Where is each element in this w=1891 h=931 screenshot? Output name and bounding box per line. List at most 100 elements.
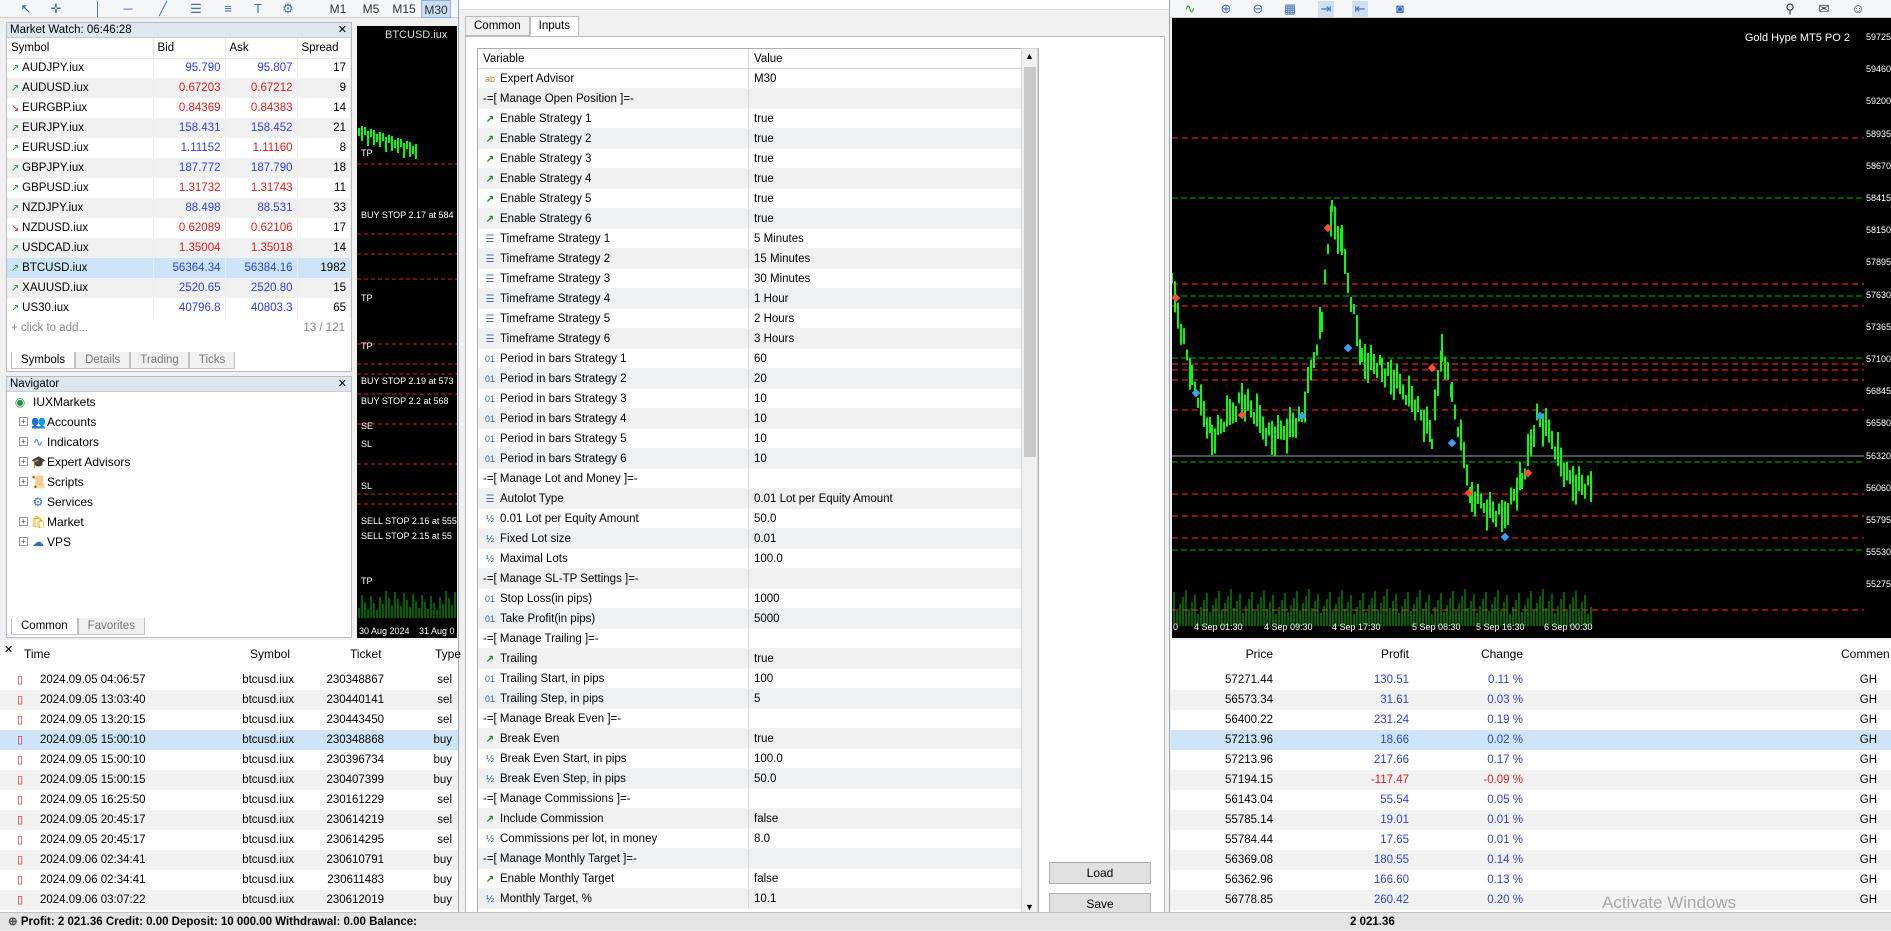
- tab-favorites[interactable]: Favorites: [77, 618, 145, 635]
- input-row[interactable]: ↗ Break Even true: [478, 729, 1038, 749]
- symbol-row[interactable]: ↗ GBPUSD.iux 1.31732 1.31743 11: [7, 178, 351, 198]
- nav-item-expert-advisors[interactable]: + 🎓 Expert Advisors: [7, 452, 351, 472]
- nav-item-accounts[interactable]: + 👥 Accounts: [7, 412, 351, 432]
- crosshair-icon[interactable]: ✛: [48, 1, 64, 17]
- value-cell[interactable]: true: [749, 149, 1038, 168]
- symbol-row[interactable]: ↘ EURGBP.iux 0.84369 0.84383 14: [7, 98, 351, 118]
- close-icon[interactable]: ✕: [338, 377, 347, 392]
- value-cell[interactable]: true: [749, 209, 1038, 228]
- trade-row[interactable]: ▯ 2024.09.05 20:45:17 btcusd.iux 230614295 s…: [0, 830, 458, 850]
- channel-icon[interactable]: ☰: [188, 1, 204, 17]
- value-cell[interactable]: 50.0: [749, 769, 1038, 788]
- trade-row[interactable]: 56573.34 31.61 0.03 % GH: [1171, 690, 1891, 710]
- trade-row[interactable]: 56362.96 166.60 0.13 % GH: [1171, 870, 1891, 890]
- symbol-row[interactable]: ↗ USDCAD.iux 1.35004 1.35018 14: [7, 238, 351, 258]
- col-variable[interactable]: Variable: [478, 49, 749, 68]
- navigator-root[interactable]: ◉ IUXMarkets: [7, 392, 351, 412]
- shapes-icon[interactable]: ⚙: [280, 1, 296, 17]
- value-cell[interactable]: 10: [749, 449, 1038, 468]
- symbol-row[interactable]: ↗ AUDUSD.iux 0.67203 0.67212 9: [7, 78, 351, 98]
- input-row[interactable]: ab Expert Advisor M30: [478, 69, 1038, 89]
- col-profit[interactable]: Profit: [1351, 644, 1409, 664]
- tf-m5-button[interactable]: M5: [358, 0, 384, 18]
- value-cell[interactable]: true: [749, 189, 1038, 208]
- tab-details[interactable]: Details: [75, 352, 131, 369]
- trade-row[interactable]: 55785.14 19.01 0.01 % GH: [1171, 810, 1891, 830]
- input-row[interactable]: 01 Period in bars Strategy 1 60: [478, 349, 1038, 369]
- nav-item-indicators[interactable]: + ∿ Indicators: [7, 432, 351, 452]
- value-cell[interactable]: 20: [749, 369, 1038, 388]
- nav-item-services[interactable]: ⚙ Services: [7, 492, 351, 512]
- expand-icon[interactable]: +: [19, 437, 28, 446]
- dialog-titlebar[interactable]: [459, 0, 1169, 10]
- value-cell[interactable]: 10: [749, 389, 1038, 408]
- tab-symbols[interactable]: Symbols: [11, 352, 76, 369]
- col-comment[interactable]: Commen: [1841, 644, 1890, 664]
- value-cell[interactable]: 0.01 Lot per Equity Amount: [749, 489, 1038, 508]
- value-cell[interactable]: 30 Minutes: [749, 269, 1038, 288]
- trade-row[interactable]: 57213.96 217.66 0.17 % GH: [1171, 750, 1891, 770]
- input-row[interactable]: ☰ Timeframe Strategy 6 3 Hours: [478, 329, 1038, 349]
- input-row[interactable]: ↗ Enable Strategy 6 true: [478, 209, 1038, 229]
- trade-row[interactable]: 57194.15 -117.47 -0.09 % GH: [1171, 770, 1891, 790]
- symbol-row[interactable]: ↗ AUDJPY.iux 95.790 95.807 17: [7, 58, 351, 78]
- value-cell[interactable]: [749, 629, 1038, 648]
- trade-row[interactable]: 57271.44 130.51 0.11 % GH: [1171, 670, 1891, 690]
- col-symbol[interactable]: Symbol: [250, 644, 290, 664]
- value-cell[interactable]: [749, 849, 1038, 868]
- input-row[interactable]: ↗ Enable Strategy 2 true: [478, 129, 1038, 149]
- trade-row[interactable]: 56778.85 260.42 0.20 % GH: [1171, 890, 1891, 910]
- col-value[interactable]: Value: [749, 49, 1038, 68]
- input-row[interactable]: 01 Trailing Start, in pips 100: [478, 669, 1038, 689]
- tab-common[interactable]: Common: [11, 618, 78, 635]
- col-symbol[interactable]: Symbol: [7, 38, 154, 59]
- col-spread[interactable]: Spread: [297, 38, 351, 59]
- expand-icon[interactable]: +: [19, 537, 28, 546]
- input-row[interactable]: ½ Break Even Start, in pips 100.0: [478, 749, 1038, 769]
- notifications-icon[interactable]: ✉: [1816, 1, 1832, 17]
- expand-icon[interactable]: ⊕: [0, 916, 18, 928]
- section-header-row[interactable]: -=[ Manage Break Even ]=-: [478, 709, 1038, 729]
- symbol-row[interactable]: ↗ BTCUSD.iux 56364.34 56384.16 1982: [7, 258, 351, 278]
- gold-hype-chart[interactable]: Gold Hype MT5 PO 2 04 Sep 01:30 4 Sep 09:…: [1172, 18, 1868, 638]
- trade-row[interactable]: 56143.04 55.54 0.05 % GH: [1171, 790, 1891, 810]
- trade-row[interactable]: ▯ 2024.09.06 02:34:41 btcusd.iux 230611483 b…: [0, 870, 458, 890]
- symbol-row[interactable]: ↗ US30.iux 40796.8 40803.3 65: [7, 298, 351, 318]
- input-row[interactable]: ↗ Include Commission false: [478, 809, 1038, 829]
- input-row[interactable]: ☰ Timeframe Strategy 4 1 Hour: [478, 289, 1038, 309]
- input-row[interactable]: 01 Period in bars Strategy 5 10: [478, 429, 1038, 449]
- input-row[interactable]: ↗ Enable Strategy 4 true: [478, 169, 1038, 189]
- community-icon[interactable]: ☺: [1850, 1, 1866, 17]
- horizontal-line-icon[interactable]: ─: [120, 1, 136, 17]
- trade-row[interactable]: ▯ 2024.09.05 04:06:57 btcusd.iux 230348867 s…: [0, 670, 458, 690]
- value-cell[interactable]: 100.0: [749, 549, 1038, 568]
- input-row[interactable]: 01 Take Profit(in pips) 5000: [478, 609, 1038, 629]
- indicator-icon[interactable]: ∿: [1182, 1, 1198, 17]
- tf-m30-button[interactable]: M30: [421, 0, 451, 18]
- value-cell[interactable]: [749, 709, 1038, 728]
- input-row[interactable]: ↗ Enable Monthly Target false: [478, 869, 1038, 889]
- trade-row[interactable]: ▯ 2024.09.05 13:03:40 btcusd.iux 230440141 s…: [0, 690, 458, 710]
- vertical-line-icon[interactable]: │: [90, 1, 106, 17]
- input-row[interactable]: 01 Period in bars Strategy 3 10: [478, 389, 1038, 409]
- trade-row[interactable]: ▯ 2024.09.06 03:07:22 btcusd.iux 230612019 b…: [0, 890, 458, 910]
- value-cell[interactable]: 1 Hour: [749, 289, 1038, 308]
- input-row[interactable]: ☰ Timeframe Strategy 2 15 Minutes: [478, 249, 1038, 269]
- value-cell[interactable]: 5000: [749, 609, 1038, 628]
- btcusd-chart[interactable]: BTCUSD.iux TP BUY STOP 2.17 at 584 TP TP BUY…: [357, 26, 457, 638]
- value-cell[interactable]: 8.0: [749, 829, 1038, 848]
- trade-row[interactable]: 56400.22 231.24 0.19 % GH: [1171, 710, 1891, 730]
- value-cell[interactable]: 60: [749, 349, 1038, 368]
- col-change[interactable]: Change: [1461, 644, 1523, 664]
- tf-m15-button[interactable]: M15: [389, 0, 419, 18]
- col-price[interactable]: Price: [1223, 644, 1273, 664]
- expand-icon[interactable]: +: [19, 417, 28, 426]
- value-cell[interactable]: false: [749, 869, 1038, 888]
- trade-row[interactable]: 57213.96 18.66 0.02 % GH: [1171, 730, 1891, 750]
- section-header-row[interactable]: -=[ Manage SL-TP Settings ]=-: [478, 569, 1038, 589]
- close-icon[interactable]: ✕: [338, 23, 347, 38]
- value-cell[interactable]: 0.01: [749, 529, 1038, 548]
- value-cell[interactable]: 10: [749, 429, 1038, 448]
- section-header-row[interactable]: -=[ Manage Open Position ]=-: [478, 89, 1038, 109]
- col-ask[interactable]: Ask: [225, 38, 298, 59]
